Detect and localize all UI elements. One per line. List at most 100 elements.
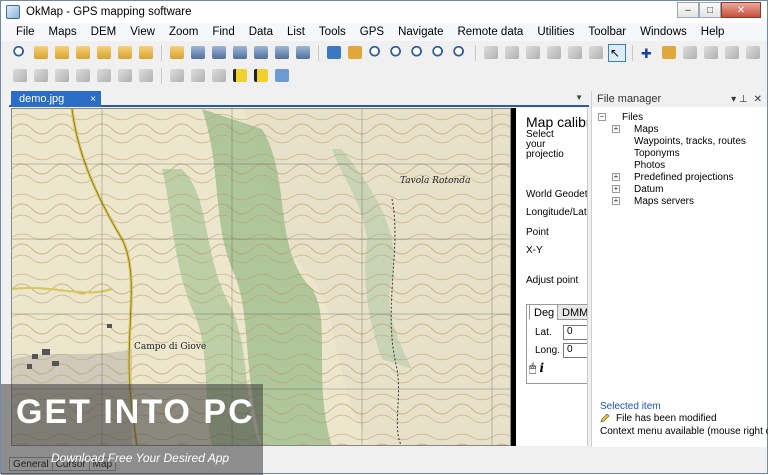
toolbar-button[interactable]: [116, 67, 134, 85]
toolbar-button[interactable]: [587, 44, 605, 62]
toolbar-button[interactable]: [32, 44, 50, 62]
minimize-button[interactable]: –: [677, 2, 699, 18]
toolbar-button[interactable]: [95, 44, 113, 62]
toolbar-button[interactable]: [566, 44, 584, 62]
toolbar-button[interactable]: [231, 44, 249, 62]
toolbar-button[interactable]: [116, 44, 134, 62]
open-folder-icon: [76, 46, 90, 59]
toolbar-button[interactable]: [252, 44, 270, 62]
close-button[interactable]: ✕: [721, 2, 761, 18]
tab-dropdown-icon[interactable]: ▼: [575, 93, 583, 102]
menu-file[interactable]: File: [9, 26, 42, 38]
longitude-latitude-label[interactable]: Longitude/Latitu: [526, 208, 587, 218]
toolbar-button[interactable]: [273, 44, 291, 62]
tree-item[interactable]: + Maps: [598, 123, 766, 135]
toolbar-button[interactable]: [273, 67, 291, 85]
toolbar-button[interactable]: [231, 67, 249, 85]
toolbar-button[interactable]: [702, 44, 720, 62]
menu-data[interactable]: Data: [242, 26, 280, 38]
toolbar-button[interactable]: [74, 44, 92, 62]
world-geodetic-label[interactable]: World Geodetic: [526, 190, 587, 200]
toolbar-button[interactable]: [409, 44, 427, 62]
long-input[interactable]: 0: [563, 343, 587, 358]
toolbar-button[interactable]: [53, 67, 71, 85]
info-icon[interactable]: i: [540, 361, 545, 375]
menu-windows[interactable]: Windows: [633, 26, 694, 38]
menu-view[interactable]: View: [123, 26, 162, 38]
collapse-icon[interactable]: −: [598, 113, 606, 121]
maximize-button[interactable]: □: [699, 2, 721, 18]
tree-root[interactable]: − Files: [598, 111, 766, 123]
toolbar-button[interactable]: ↖: [608, 43, 626, 62]
menu-help[interactable]: Help: [694, 26, 732, 38]
expand-icon[interactable]: [612, 137, 620, 145]
toolbar-button[interactable]: [545, 44, 563, 62]
tree-item[interactable]: Toponyms: [598, 147, 766, 159]
menu-gps[interactable]: GPS: [353, 26, 391, 38]
toolbar-button[interactable]: [294, 44, 312, 62]
menu-tools[interactable]: Tools: [312, 26, 353, 38]
toolbar-button[interactable]: [451, 44, 469, 62]
tree-item[interactable]: + Maps servers: [598, 195, 766, 207]
toolbar-button[interactable]: [482, 44, 500, 62]
toolbar-button[interactable]: ✚: [639, 44, 657, 62]
menu-dem[interactable]: DEM: [84, 26, 124, 38]
menu-navigate[interactable]: Navigate: [391, 26, 450, 38]
toolbar-button[interactable]: [95, 67, 113, 85]
selected-item-link[interactable]: Selected item: [600, 401, 661, 412]
pin-icon[interactable]: ▾ ⊥: [731, 94, 748, 105]
toolbar-button[interactable]: [252, 67, 270, 85]
menu-zoom[interactable]: Zoom: [162, 26, 205, 38]
toolbar-button[interactable]: [367, 44, 385, 62]
tree-item[interactable]: + Predefined projections: [598, 171, 766, 183]
toolbar-button[interactable]: [430, 44, 448, 62]
menu-find[interactable]: Find: [205, 26, 241, 38]
toolbar-button[interactable]: [325, 44, 343, 62]
panel-close-icon[interactable]: ✕: [754, 94, 762, 105]
tree-item[interactable]: + Datum: [598, 183, 766, 195]
tree-item-label: Maps servers: [634, 195, 695, 207]
toolbar-button[interactable]: [168, 44, 186, 62]
document-tab[interactable]: demo.jpg ×: [11, 91, 101, 107]
expand-icon[interactable]: +: [612, 125, 620, 133]
menu-list[interactable]: List: [280, 26, 312, 38]
lat-input[interactable]: 0: [563, 325, 587, 340]
toolbar-button[interactable]: [189, 67, 207, 85]
tree-item[interactable]: Waypoints, tracks, routes: [598, 135, 766, 147]
toolbar-button[interactable]: [168, 67, 186, 85]
expand-icon[interactable]: [612, 149, 620, 157]
toolbar-button[interactable]: [524, 44, 542, 62]
tree-item[interactable]: Photos: [598, 159, 766, 171]
toolbar-button[interactable]: [137, 67, 155, 85]
toolbar-button[interactable]: [11, 44, 29, 62]
menu-remote-data[interactable]: Remote data: [450, 26, 530, 38]
toolbar-button[interactable]: [744, 44, 762, 62]
toolbar-button[interactable]: [660, 44, 678, 62]
toolbar-button[interactable]: [210, 67, 228, 85]
window-title: OkMap - GPS mapping software: [26, 6, 192, 18]
toolbar-button[interactable]: [210, 44, 228, 62]
tab-dmm[interactable]: DMM: [557, 304, 587, 320]
close-tab-icon[interactable]: ×: [90, 94, 96, 105]
expand-icon[interactable]: +: [612, 185, 620, 193]
toolbar-button[interactable]: [137, 44, 155, 62]
menu-maps[interactable]: Maps: [42, 26, 84, 38]
expand-icon[interactable]: +: [612, 173, 620, 181]
expand-icon[interactable]: [612, 161, 620, 169]
toolbar-button[interactable]: [189, 44, 207, 62]
toolbar-button[interactable]: [388, 44, 406, 62]
toolbar-button[interactable]: [681, 44, 699, 62]
tab-deg[interactable]: Deg: [529, 304, 560, 320]
toolbar-button[interactable]: [346, 44, 364, 62]
toolbar-button[interactable]: [503, 44, 521, 62]
open-folder-icon: [170, 46, 184, 59]
toolbar-button[interactable]: [74, 67, 92, 85]
menu-utilities[interactable]: Utilities: [530, 26, 581, 38]
toolbar-button[interactable]: [723, 44, 741, 62]
mouse-icon[interactable]: 🖱: [529, 361, 536, 375]
toolbar-button[interactable]: [11, 67, 29, 85]
menu-toolbar[interactable]: Toolbar: [581, 26, 633, 38]
expand-icon[interactable]: +: [612, 197, 620, 205]
toolbar-button[interactable]: [53, 44, 71, 62]
toolbar-button[interactable]: [32, 67, 50, 85]
